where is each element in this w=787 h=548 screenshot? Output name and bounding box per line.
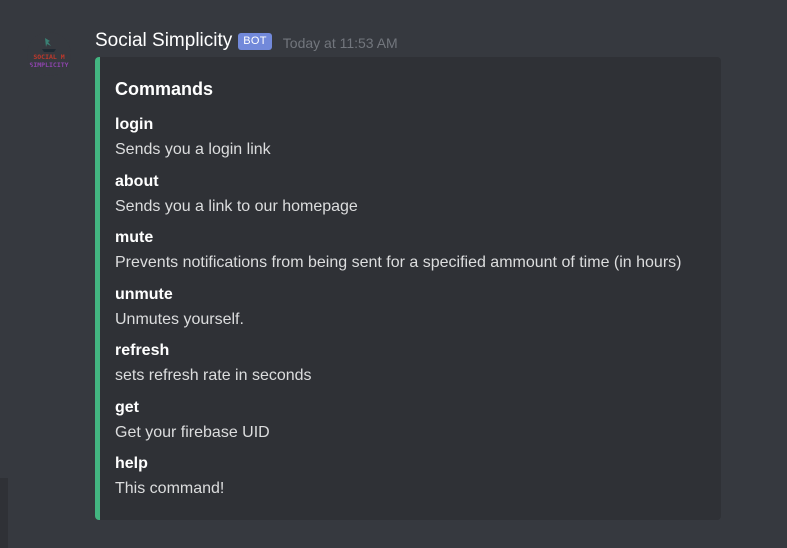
field-value: Get your firebase UID: [115, 424, 270, 441]
logo-text-top: SOCIAL M: [33, 53, 64, 61]
field-value: This command!: [115, 480, 225, 497]
field-value: Sends you a link to our homepage: [115, 198, 358, 215]
embed-field-login: login Sends you a login link: [115, 114, 271, 161]
logo-text-bottom: SIMPLICITY: [29, 61, 68, 69]
embed-field-get: get Get your firebase UID: [115, 397, 270, 444]
embed-field-refresh: refresh sets refresh rate in seconds: [115, 340, 312, 387]
bot-badge: BOT: [238, 32, 272, 50]
embed-field-unmute: unmute Unmutes yourself.: [115, 284, 244, 331]
chat-message-view: SOCIAL M SIMPLICITY Social Simplicity BO…: [0, 0, 787, 548]
server-sidebar-edge: [0, 478, 8, 548]
field-value: sets refresh rate in seconds: [115, 367, 312, 384]
bot-avatar[interactable]: SOCIAL M SIMPLICITY: [27, 32, 71, 76]
embed-field-mute: mute Prevents notifications from being s…: [115, 227, 681, 274]
field-name: mute: [115, 229, 154, 246]
embed-field-help: help This command!: [115, 453, 224, 500]
field-name: refresh: [115, 342, 170, 359]
field-name: help: [115, 455, 148, 472]
message-timestamp: Today at 11:53 AM: [282, 34, 398, 51]
commands-embed: Commands login Sends you a login link ab…: [95, 57, 721, 520]
field-value: Sends you a login link: [115, 141, 271, 158]
social-simplicity-logo-icon: SOCIAL M SIMPLICITY: [27, 32, 71, 76]
field-name: unmute: [115, 286, 173, 303]
field-name: login: [115, 116, 154, 133]
embed-field-about: about Sends you a link to our homepage: [115, 171, 358, 218]
embed-title: Commands: [115, 79, 214, 99]
username[interactable]: Social Simplicity: [95, 30, 232, 52]
field-name: about: [115, 173, 159, 190]
field-name: get: [115, 399, 139, 416]
field-value: Prevents notifications from being sent f…: [115, 254, 682, 271]
message-header: Social Simplicity BOT Today at 11:53 AM: [95, 28, 398, 54]
field-value: Unmutes yourself.: [115, 311, 244, 328]
